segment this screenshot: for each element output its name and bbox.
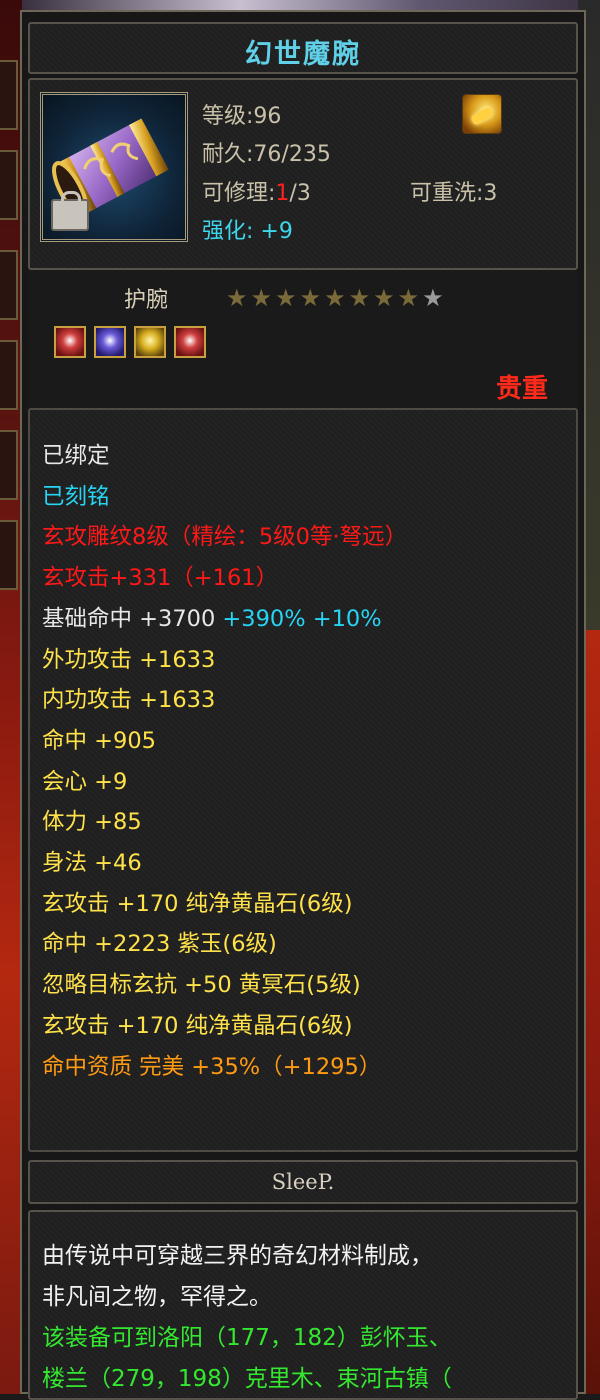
rarity-label: 贵重	[495, 374, 548, 404]
attribute-text: 命中 +2223 紫玉(6级)	[42, 931, 277, 958]
enhance-text: 强化: +9	[202, 213, 293, 245]
rewash-text: 可重洗:3	[410, 181, 498, 206]
attribute-line: 体力 +85	[42, 804, 142, 836]
description-panel: 由传说中可穿越三界的奇幻材料制成， 非凡间之物，罕得之。该装备可到洛阳（177，1…	[28, 1210, 578, 1400]
attribute-text: 外功攻击 +1633	[42, 646, 216, 673]
repair-current: 1	[275, 181, 290, 206]
attribute-line: 会心 +9	[42, 764, 127, 796]
skill-slot[interactable]	[0, 340, 18, 410]
star-filled-icon: ★	[299, 284, 322, 312]
title-bar: 幻世魔腕	[28, 22, 578, 74]
attribute-text: 基础命中 +3700	[42, 605, 216, 632]
attributes-panel: 已绑定已刻铭玄攻雕纹8级（精绘：5级0等·弩远） 玄攻击+331（+161） 基础命…	[28, 408, 578, 1152]
gem-sockets	[54, 326, 206, 358]
blue-gem-icon[interactable]	[94, 326, 126, 358]
item-tooltip: 幻世魔腕 等级:96 耐久:76/235 可修理:1/3 可重洗:3 强化: +…	[20, 10, 586, 1400]
skill-slot[interactable]	[0, 150, 18, 220]
item-type-panel: 护腕 ★ ★ ★ ★ ★ ★ ★ ★ ★ 贵重	[28, 270, 578, 416]
repair-text: 可修理:1/3	[202, 175, 311, 207]
attribute-line: 忽略目标玄抗 +50 黄冥石(5级)	[42, 967, 361, 999]
signature-panel: SleeP.	[28, 1160, 578, 1204]
attribute-line: 身法 +46	[42, 845, 142, 877]
attribute-text: 玄攻雕纹8级（精绘：5级0等·弩远）	[42, 524, 408, 551]
star-filled-icon: ★	[324, 284, 346, 312]
game-background-left	[0, 0, 22, 1394]
attribute-line: 玄攻击 +170 纯净黄晶石(6级)	[42, 1008, 352, 1040]
item-type: 护腕	[124, 288, 169, 313]
attribute-line: 命中 +2223 紫玉(6级)	[42, 926, 277, 958]
attribute-line: 玄攻击+331（+161）	[42, 560, 278, 592]
attribute-text: 已刻铭	[42, 483, 110, 510]
attribute-line: 已绑定	[42, 438, 110, 470]
skill-slot[interactable]	[0, 430, 18, 500]
attribute-text: 玄攻击 +170 纯净黄晶石(6级)	[42, 1012, 353, 1039]
skill-slot[interactable]	[0, 250, 18, 320]
attribute-text: 已绑定	[42, 443, 110, 469]
attribute-text: 内功攻击 +1633	[42, 687, 216, 714]
engraved-signature: SleeP.	[271, 1170, 335, 1194]
star-filled-icon: ★	[397, 284, 420, 312]
enhance-value: +9	[260, 219, 293, 244]
enhance-label: 强化:	[202, 219, 261, 244]
gold-enhance-icon[interactable]	[462, 94, 502, 134]
skill-slot[interactable]	[0, 60, 18, 130]
attribute-text: 命中资质 完美 +35%（+1295）	[42, 1053, 382, 1080]
star-filled-icon: ★	[373, 284, 395, 312]
red-gem-icon[interactable]	[174, 326, 206, 358]
description-line: 该装备可到洛阳（177，182）彭怀玉、	[42, 1325, 452, 1351]
gold-gem-icon[interactable]	[134, 326, 166, 358]
repair-label: 可修理:	[202, 181, 276, 206]
attribute-line: 基础命中 +3700 +390% +10%	[42, 601, 382, 633]
item-info-panel: 等级:96 耐久:76/235 可修理:1/3 可重洗:3 强化: +9	[28, 78, 578, 270]
attribute-line: 玄攻雕纹8级（精绘：5级0等·弩远）	[42, 519, 407, 551]
item-icon[interactable]	[40, 92, 188, 242]
attribute-text: 体力 +85	[42, 809, 142, 836]
attribute-text: 身法 +46	[42, 850, 142, 876]
attribute-text: 会心 +9	[42, 768, 128, 795]
item-name: 幻世魔腕	[245, 39, 361, 70]
star-filled-icon: ★	[348, 284, 371, 312]
attribute-line: 命中资质 完美 +35%（+1295）	[42, 1049, 381, 1081]
attribute-line: 已刻铭	[42, 479, 110, 511]
attribute-text: 命中 +905	[42, 727, 156, 754]
attribute-line: 玄攻击 +170 纯净黄晶石(6级)	[42, 886, 352, 918]
star-empty-icon: ★	[422, 284, 444, 312]
attribute-line: 命中 +905	[42, 723, 156, 755]
attribute-text: 玄攻击+331（+161）	[42, 565, 279, 592]
description-line: 楼兰（279，198）克里木、束河古镇（	[42, 1366, 452, 1392]
repair-max: /3	[289, 181, 311, 206]
attribute-line: 内功攻击 +1633	[42, 682, 215, 714]
attribute-text: 玄攻击 +170 纯净黄晶石(6级)	[42, 890, 353, 917]
level-text: 等级:96	[202, 104, 282, 129]
skill-slot[interactable]	[0, 520, 18, 590]
star-filled-icon: ★	[226, 284, 248, 312]
red-gem-icon[interactable]	[54, 326, 86, 358]
attribute-text: 忽略目标玄抗 +50 黄冥石(5级)	[42, 972, 361, 999]
star-filled-icon: ★	[250, 284, 273, 312]
description-line: 非凡间之物，罕得之。	[42, 1284, 272, 1310]
star-rating: ★ ★ ★ ★ ★ ★ ★ ★ ★	[226, 286, 444, 310]
star-filled-icon: ★	[275, 284, 297, 312]
attribute-line: 外功攻击 +1633	[42, 642, 215, 674]
attribute-bonus: +390% +10%	[215, 605, 382, 632]
bound-lock-icon	[51, 191, 89, 231]
description-line: 由传说中可穿越三界的奇幻材料制成，	[42, 1243, 433, 1269]
durability-text: 耐久:76/235	[202, 142, 331, 167]
